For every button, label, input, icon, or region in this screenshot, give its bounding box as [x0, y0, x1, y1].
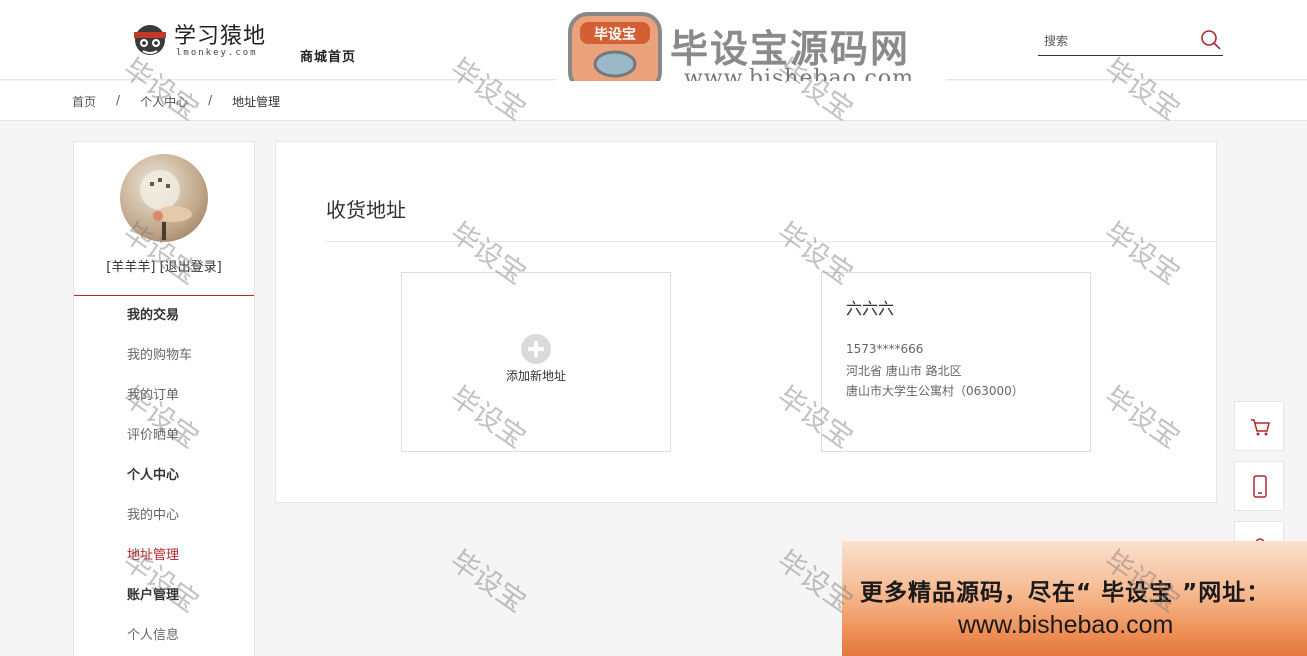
monkey-logo-icon	[134, 25, 166, 55]
sidebar-item-profile[interactable]: 个人信息	[74, 616, 254, 656]
logout-link[interactable]: [退出登录]	[160, 260, 222, 275]
search-icon[interactable]	[1199, 28, 1223, 52]
add-address-label: 添加新地址	[505, 369, 566, 383]
breadcrumb-separator: /	[116, 93, 121, 107]
plus-icon	[521, 334, 551, 364]
brand-icon-text: 毕设宝	[594, 26, 636, 43]
promo-url: www.bishebao.com	[958, 611, 1174, 639]
menu-group-trade: 我的交易	[127, 308, 180, 323]
cart-icon	[1251, 419, 1270, 436]
breadcrumb-home[interactable]: 首页	[72, 93, 96, 110]
sidebar: [羊羊羊] [退出登录] 我的交易 我的购物车 我的订单 评价晒单 个人中心 我…	[73, 141, 255, 656]
home-link[interactable]: 商城首页	[300, 46, 356, 65]
breadcrumb: 首页 / 个人中心 / 地址管理	[72, 93, 280, 110]
user-info: [羊羊羊] [退出登录]	[74, 256, 254, 275]
menu-group-personal: 个人中心	[127, 468, 180, 483]
page-title: 收货地址	[326, 198, 406, 222]
address-detail: 唐山市大学生公寓村（063000）	[846, 384, 1024, 398]
brand-title: 毕设宝源码网	[670, 27, 911, 71]
breadcrumb-current: 地址管理	[232, 95, 281, 109]
sidebar-item-orders[interactable]: 我的订单	[74, 376, 254, 416]
search-box	[1038, 26, 1223, 56]
username[interactable]: [羊羊羊]	[106, 260, 155, 275]
menu-group-account: 账户管理	[127, 588, 180, 603]
title-divider	[326, 241, 1216, 242]
breadcrumb-personal-center[interactable]: 个人中心	[140, 93, 188, 110]
float-cart-button[interactable]	[1234, 401, 1284, 451]
sidebar-item-cart[interactable]: 我的购物车	[74, 336, 254, 376]
logo-text: 学习猿地	[174, 24, 267, 49]
address-recipient: 六六六	[846, 299, 895, 318]
avatar-image	[140, 170, 192, 240]
sidebar-item-address[interactable]: 地址管理	[74, 536, 254, 576]
breadcrumb-bar: 首页 / 个人中心 / 地址管理	[0, 81, 1307, 121]
float-mobile-button[interactable]	[1234, 461, 1284, 511]
sidebar-menu: 我的交易 我的购物车 我的订单 评价晒单 个人中心 我的中心 地址管理 账户管理…	[74, 296, 254, 656]
address-phone: 1573****666	[846, 342, 924, 356]
watermark: 毕设宝	[444, 543, 533, 619]
address-panel: 收货地址 添加新地址 六六六 1573****666 河北省 唐山市 路北区 唐…	[275, 141, 1217, 503]
search-input[interactable]	[1044, 32, 1194, 50]
logo-subtext: lmonkey.com	[176, 48, 258, 58]
promo-text: 更多精品源码，尽在“ 毕设宝 ”网址：	[860, 580, 1271, 606]
site-logo[interactable]: 学习猿地 lmonkey.com	[130, 18, 275, 64]
phone-icon	[1253, 475, 1267, 498]
add-address-card[interactable]: 添加新地址	[401, 272, 671, 452]
breadcrumb-separator: /	[208, 93, 213, 107]
sidebar-item-my-center[interactable]: 我的中心	[74, 496, 254, 536]
promo-banner[interactable]: 更多精品源码，尽在“ 毕设宝 ”网址： www.bishebao.com	[842, 541, 1307, 656]
address-card[interactable]: 六六六 1573****666 河北省 唐山市 路北区 唐山市大学生公寓村（06…	[821, 272, 1091, 452]
avatar[interactable]	[120, 154, 208, 242]
address-region: 河北省 唐山市 路北区	[846, 364, 962, 378]
sidebar-item-reviews[interactable]: 评价晒单	[74, 416, 254, 456]
